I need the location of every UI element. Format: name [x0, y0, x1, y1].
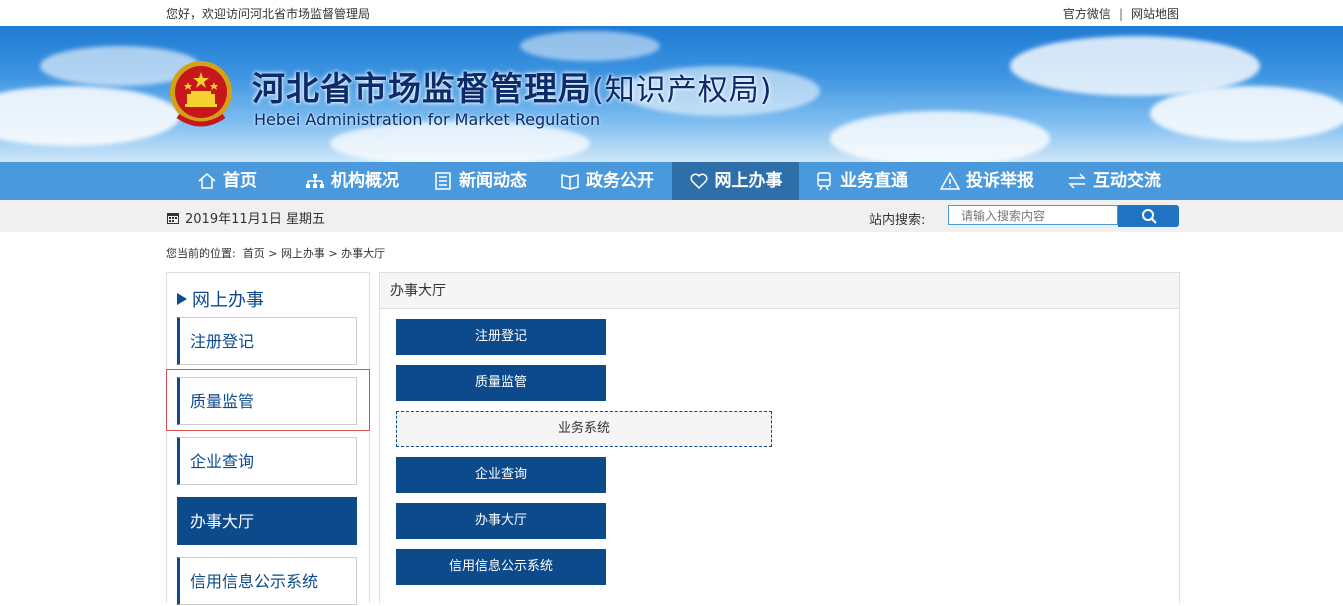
national-emblem-icon: [170, 61, 232, 127]
nav-label: 新闻动态: [459, 171, 527, 191]
search-label: 站内搜索:: [869, 213, 926, 228]
business-system-button[interactable]: 业务系统: [396, 411, 772, 447]
main-nav: 首页 机构概况 新闻动态 政务公开 网上办事 业务直通 投诉举报 互动交流: [0, 162, 1343, 200]
search-input[interactable]: 请输入搜索内容: [948, 205, 1118, 225]
breadcrumb: 您当前的位置: 首页 > 网上办事 > 办事大厅: [166, 245, 385, 261]
highlight-box: [166, 369, 370, 431]
welcome-text: 您好，欢迎访问河北省市场监督管理局: [166, 7, 371, 21]
sidebar-item-credit-system[interactable]: 信用信息公示系统: [177, 557, 357, 605]
nav-item-organization[interactable]: 机构概况: [305, 162, 399, 200]
nav-label: 首页: [223, 171, 257, 191]
quality-button[interactable]: 质量监管: [396, 365, 606, 401]
train-icon: [817, 172, 831, 191]
site-title: 河北省市场监督管理局(知识产权局): [252, 62, 772, 110]
cloud-decoration: [830, 111, 1050, 162]
site-title-suffix: (知识产权局): [592, 73, 773, 108]
breadcrumb-separator: >: [268, 247, 278, 260]
date-text: 2019年11月1日 星期五: [185, 212, 326, 227]
cloud-decoration: [0, 86, 180, 146]
search-icon: [1141, 209, 1157, 224]
exchange-icon: [1068, 173, 1086, 189]
credit-system-button[interactable]: 信用信息公示系统: [396, 549, 606, 585]
triangle-right-icon: [177, 293, 187, 305]
nav-item-government-affairs[interactable]: 政务公开: [560, 162, 654, 200]
calendar-icon: [167, 212, 179, 224]
breadcrumb-prefix: 您当前的位置:: [166, 247, 236, 260]
breadcrumb-home[interactable]: 首页: [243, 247, 265, 260]
nav-item-online-services[interactable]: 网上办事: [672, 162, 799, 200]
nav-label: 机构概况: [331, 171, 399, 191]
sidebar-item-registration[interactable]: 注册登记: [177, 317, 357, 365]
cloud-decoration: [520, 31, 660, 61]
service-hall-button[interactable]: 办事大厅: [396, 503, 606, 539]
sidebar-title-text: 网上办事: [192, 290, 264, 311]
sidebar-title: 网上办事: [177, 286, 264, 312]
breadcrumb-hall[interactable]: 办事大厅: [341, 247, 385, 260]
content-title: 办事大厅: [380, 273, 1179, 309]
warning-icon: [940, 171, 960, 190]
breadcrumb-online-services[interactable]: 网上办事: [281, 247, 325, 260]
nav-item-business-direct[interactable]: 业务直通: [814, 162, 908, 200]
nav-label: 网上办事: [714, 171, 783, 191]
sitemap-link[interactable]: 网站地图: [1131, 7, 1179, 21]
nav-item-complaints[interactable]: 投诉举报: [940, 162, 1034, 200]
nav-item-news[interactable]: 新闻动态: [433, 162, 527, 200]
registration-button[interactable]: 注册登记: [396, 319, 606, 355]
news-icon: [435, 172, 451, 190]
main-content: 办事大厅 注册登记 质量监管 业务系统 企业查询 办事大厅 信用信息公示系统: [379, 272, 1180, 603]
nav-label: 业务直通: [840, 171, 908, 191]
home-icon: [198, 173, 216, 189]
link-separator: |: [1118, 7, 1123, 21]
sidebar-item-enterprise-query[interactable]: 企业查询: [177, 437, 357, 485]
enterprise-query-button[interactable]: 企业查询: [396, 457, 606, 493]
cloud-decoration: [1150, 86, 1343, 141]
nav-item-interaction[interactable]: 互动交流: [1067, 162, 1161, 200]
current-date: 2019年11月1日 星期五: [166, 208, 325, 227]
sidebar-item-service-hall[interactable]: 办事大厅: [177, 497, 357, 545]
top-links: 官方微信 | 网站地图: [1063, 5, 1179, 22]
site-subtitle-en: Hebei Administration for Market Regulati…: [254, 110, 601, 129]
nav-label: 政务公开: [586, 171, 654, 191]
nav-label: 互动交流: [1093, 171, 1161, 191]
header-banner: 河北省市场监督管理局(知识产权局) Hebei Administration f…: [0, 26, 1343, 162]
date-search-bar: 2019年11月1日 星期五 站内搜索: 请输入搜索内容: [0, 200, 1343, 232]
breadcrumb-separator: >: [328, 247, 338, 260]
site-title-main: 河北省市场监督管理局: [252, 69, 592, 108]
top-bar: 您好，欢迎访问河北省市场监督管理局 官方微信 | 网站地图: [0, 0, 1343, 26]
nav-label: 投诉举报: [966, 171, 1034, 191]
org-chart-icon: [306, 174, 324, 188]
open-book-icon: [561, 174, 579, 190]
heart-icon: [690, 173, 707, 190]
search-button[interactable]: [1118, 205, 1179, 227]
sidebar: 网上办事 注册登记 质量监管 企业查询 办事大厅 信用信息公示系统: [166, 272, 370, 605]
nav-item-home[interactable]: 首页: [197, 162, 257, 200]
wechat-link[interactable]: 官方微信: [1063, 7, 1111, 21]
